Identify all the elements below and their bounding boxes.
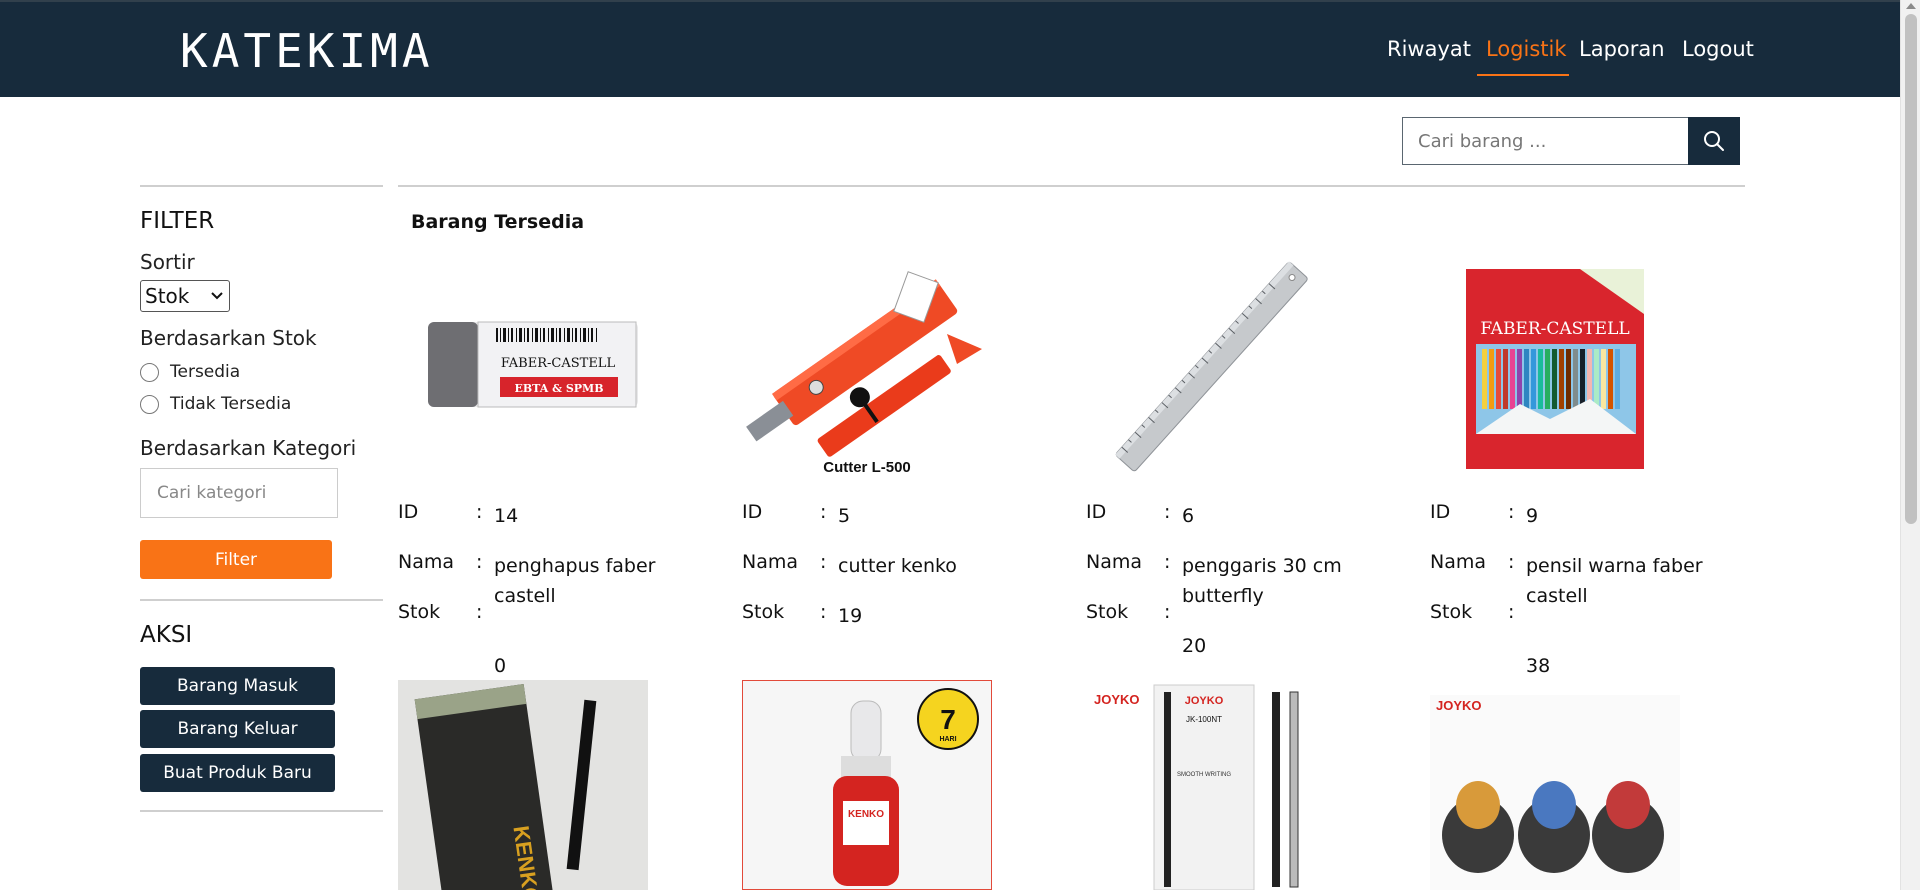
main-divider-top [398, 185, 1745, 187]
stok-label: Stok [1086, 601, 1129, 623]
id-label: ID [398, 501, 419, 523]
product-image-ruler[interactable] [1086, 254, 1336, 479]
id-label: ID [1086, 501, 1107, 523]
radio-tersedia-label: Tersedia [170, 362, 241, 382]
filter-button[interactable]: Filter [140, 540, 332, 579]
product-nama: penggaris 30 cm butterfly [1182, 555, 1342, 607]
radio-tidak-tersedia-label: Tidak Tersedia [170, 394, 292, 414]
section-title: Barang Tersedia [411, 211, 585, 233]
buat-produk-baru-button[interactable]: Buat Produk Baru [140, 754, 335, 792]
nav-logout[interactable]: Logout [1682, 37, 1754, 61]
eraser-brand-text: FABER-CASTELL [501, 356, 616, 371]
nav-active-underline [1477, 74, 1569, 76]
product-id: 9 [1526, 505, 1539, 527]
product-image-correction-tape[interactable]: JOYKO [1430, 680, 1680, 890]
separator: : [1164, 601, 1171, 623]
product-image-gel-pen-joyko[interactable]: JOYKO JOYKO JK-100NT SMOOTH WRITING [1086, 680, 1336, 890]
joyko-model: JK-100NT [1186, 715, 1222, 724]
product-image-eraser[interactable]: FABER-CASTELL EBTA & SPMB [398, 254, 648, 479]
radio-tersedia[interactable]: Tersedia [140, 362, 240, 382]
product-stok: 20 [1182, 635, 1207, 657]
nav-laporan[interactable]: Laporan [1579, 37, 1665, 61]
barang-masuk-button[interactable]: Barang Masuk [140, 667, 335, 705]
aksi-heading: AKSI [140, 622, 193, 648]
separator: : [1164, 501, 1171, 523]
id-label: ID [1430, 501, 1451, 523]
barang-keluar-button[interactable]: Barang Keluar [140, 710, 335, 748]
search-bar [1402, 117, 1740, 165]
kategori-input[interactable] [140, 468, 338, 518]
nama-label: Nama [742, 551, 799, 573]
stok-label: Stok [742, 601, 785, 623]
product-image-cutter[interactable]: Cutter L-500 [742, 254, 992, 479]
scroll-thumb[interactable] [1905, 14, 1917, 524]
warranty-number: 7 [940, 704, 956, 735]
eraser-label-text: EBTA & SPMB [514, 382, 603, 395]
joyko-tape-brand: JOYKO [1436, 698, 1482, 713]
sortir-select[interactable]: Stok [140, 280, 230, 312]
id-label: ID [742, 501, 763, 523]
nav-riwayat[interactable]: Riwayat [1387, 37, 1471, 61]
stok-filter-label: Berdasarkan Stok [140, 326, 317, 350]
stok-label: Stok [1430, 601, 1473, 623]
kategori-filter-label: Berdasarkan Kategori [140, 436, 357, 460]
page-scrollbar[interactable] [1900, 0, 1920, 890]
separator: : [820, 601, 827, 623]
separator: : [1508, 601, 1515, 623]
joyko-tagline: SMOOTH WRITING [1177, 772, 1231, 778]
product-stok: 38 [1526, 655, 1551, 677]
radio-circle[interactable] [140, 394, 159, 414]
sidebar-divider-top [140, 185, 383, 187]
search-icon [1704, 131, 1724, 151]
fluid-brand: KENKO [848, 809, 884, 820]
cutter-caption: Cutter L-500 [823, 459, 911, 476]
stok-label: Stok [398, 601, 441, 623]
search-input[interactable] [1402, 117, 1688, 165]
product-id: 14 [494, 505, 519, 527]
separator: : [476, 501, 483, 523]
product-image-gel-pen-kenko[interactable]: KENKO [398, 680, 648, 890]
separator: : [1508, 501, 1515, 523]
product-nama: cutter kenko [838, 555, 957, 577]
brand-logo[interactable]: KATEKIMA [180, 24, 434, 78]
search-button[interactable] [1688, 117, 1740, 165]
filter-heading: FILTER [140, 208, 215, 234]
product-stok: 19 [838, 605, 863, 627]
joyko-logo-text: JOYKO [1094, 692, 1140, 707]
separator: : [820, 551, 827, 573]
separator: : [820, 501, 827, 523]
radio-circle[interactable] [140, 362, 159, 382]
sortir-label: Sortir [140, 250, 195, 274]
product-stok: 0 [494, 655, 507, 677]
pencils-brand-text: FABER-CASTELL [1480, 319, 1629, 339]
product-image-correction-fluid[interactable]: KENKO 7 HARI [742, 680, 992, 890]
separator: : [476, 601, 483, 623]
product-nama: pensil warna faber castell [1526, 555, 1703, 607]
radio-tidak-tersedia[interactable]: Tidak Tersedia [140, 394, 291, 414]
navbar: KATEKIMA Riwayat Logistik Laporan Logout [0, 0, 1900, 97]
scroll-up-icon[interactable] [1906, 3, 1916, 9]
product-id: 6 [1182, 505, 1195, 527]
sidebar-divider-mid [140, 599, 383, 601]
product-id: 5 [838, 505, 851, 527]
chevron-down-icon [211, 292, 223, 300]
product-image-color-pencils[interactable]: FABER-CASTELL [1430, 254, 1680, 479]
sortir-selected-value: Stok [145, 284, 190, 308]
warranty-unit: HARI [939, 736, 956, 743]
sidebar-divider-bottom [140, 810, 383, 812]
joyko-box-brand: JOYKO [1185, 695, 1224, 707]
nav-logistik[interactable]: Logistik [1486, 37, 1567, 61]
product-nama: penghapus faber castell [494, 555, 656, 607]
